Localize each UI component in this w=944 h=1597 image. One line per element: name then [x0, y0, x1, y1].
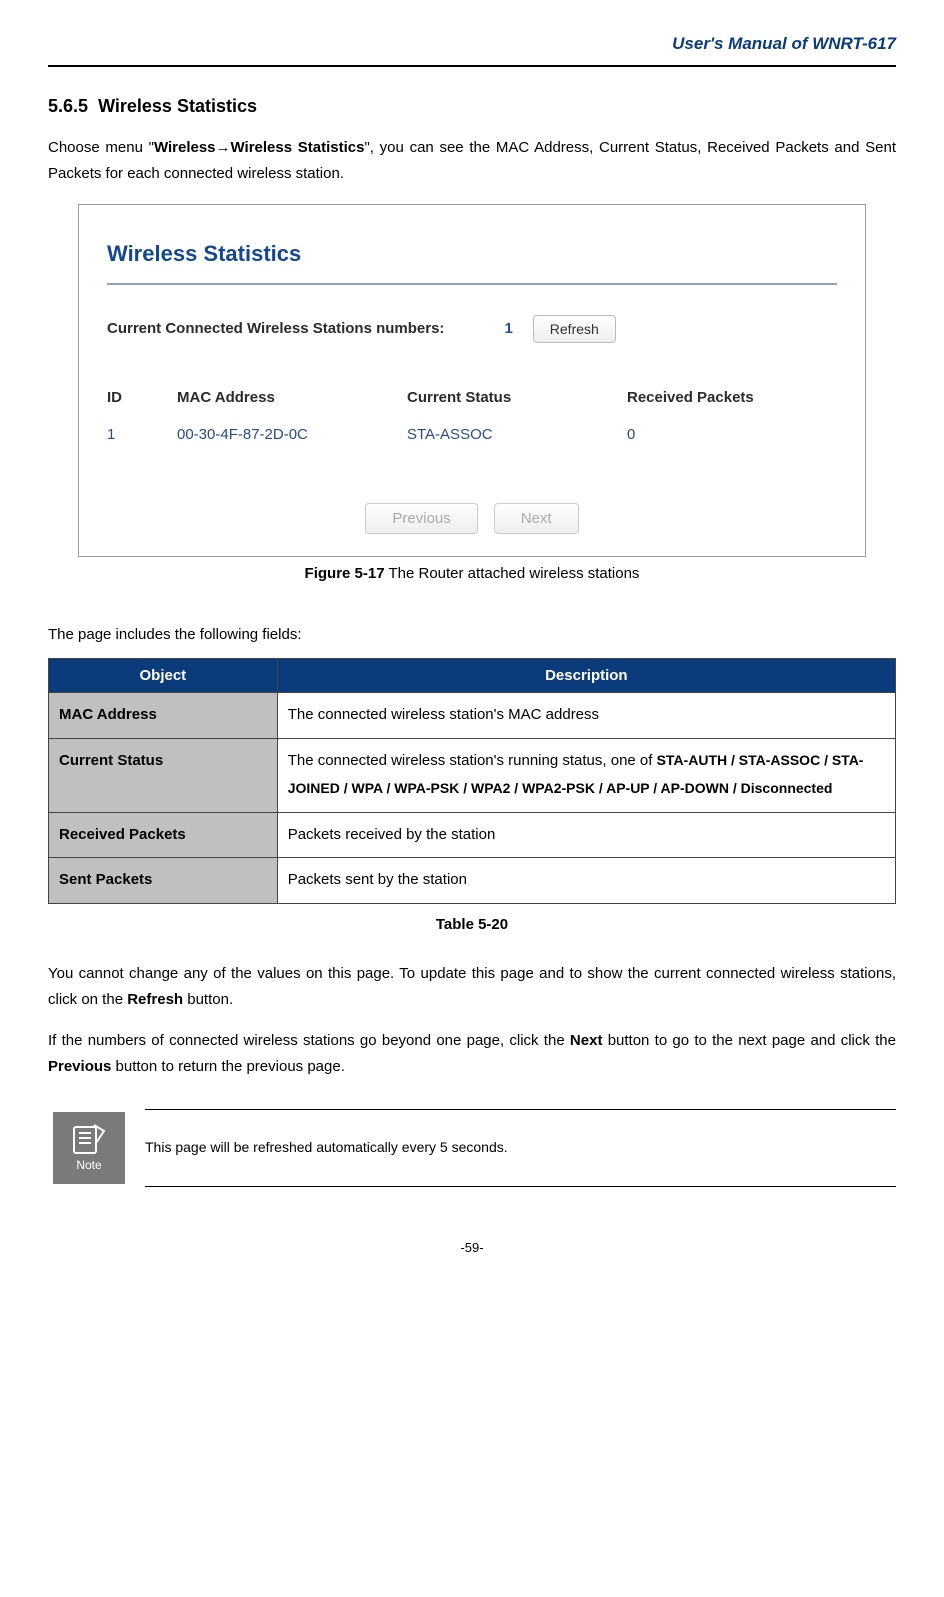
figure-caption-text: The Router attached wireless stations	[385, 565, 640, 582]
desc-sent: Packets sent by the station	[277, 858, 895, 904]
cell-received: 0	[627, 422, 837, 448]
p1b: Refresh	[127, 991, 183, 1008]
col-mac: MAC Address	[177, 385, 407, 411]
section-title: Wireless Statistics	[98, 96, 257, 116]
cell-status: STA-ASSOC	[407, 422, 627, 448]
note-label: Note	[76, 1155, 101, 1175]
desc-received: Packets received by the station	[277, 812, 895, 858]
desc-mac: The connected wireless station's MAC add…	[277, 693, 895, 739]
note-block: Note This page will be refreshed automat…	[53, 1109, 896, 1187]
stations-data-row: 1 00-30-4F-87-2D-0C STA-ASSOC 0	[107, 422, 837, 448]
p2e: button to return the previous page.	[111, 1058, 345, 1075]
fields-intro: The page includes the following fields:	[48, 622, 896, 648]
connected-label: Current Connected Wireless Stations numb…	[107, 316, 444, 342]
previous-button[interactable]: Previous	[365, 503, 477, 534]
obj-mac: MAC Address	[49, 693, 278, 739]
next-button[interactable]: Next	[494, 503, 579, 534]
desc-status-prefix: The connected wireless station's running…	[288, 752, 657, 769]
p2a: If the numbers of connected wireless sta…	[48, 1032, 570, 1049]
p2d: Previous	[48, 1058, 111, 1075]
p2c: button to go to the next page and click …	[602, 1032, 896, 1049]
connected-row: Current Connected Wireless Stations numb…	[107, 315, 837, 343]
figure-panel-title: Wireless Statistics	[107, 235, 837, 284]
intro-prefix: Choose menu "	[48, 139, 154, 156]
col-status: Current Status	[407, 385, 627, 411]
page-header: User's Manual of WNRT-617	[48, 30, 896, 67]
paragraph-pagination: If the numbers of connected wireless sta…	[48, 1028, 896, 1079]
obj-received: Received Packets	[49, 812, 278, 858]
table-row: Received Packets Packets received by the…	[49, 812, 896, 858]
figure-caption-number: Figure 5-17	[305, 565, 385, 582]
section-number: 5.6.5	[48, 96, 88, 116]
obj-sent: Sent Packets	[49, 858, 278, 904]
figure-nav: Previous Next	[107, 503, 837, 534]
stations-header-row: ID MAC Address Current Status Received P…	[107, 385, 837, 411]
col-received: Received Packets	[627, 385, 837, 411]
cell-mac: 00-30-4F-87-2D-0C	[177, 422, 407, 448]
figure-caption: Figure 5-17 The Router attached wireless…	[48, 561, 896, 587]
intro-menu-path: Wireless→Wireless Statistics	[154, 139, 365, 156]
refresh-button[interactable]: Refresh	[533, 315, 616, 343]
col-id: ID	[107, 385, 177, 411]
note-icon: Note	[53, 1112, 125, 1184]
definition-table: Object Description MAC Address The conne…	[48, 658, 896, 904]
table-row: Sent Packets Packets sent by the station	[49, 858, 896, 904]
figure-screenshot: Wireless Statistics Current Connected Wi…	[78, 204, 866, 556]
paragraph-refresh: You cannot change any of the values on t…	[48, 961, 896, 1012]
connected-count: 1	[504, 316, 512, 342]
intro-paragraph: Choose menu "Wireless→Wireless Statistic…	[48, 135, 896, 186]
note-text: This page will be refreshed automaticall…	[145, 1109, 896, 1187]
table-caption: Table 5-20	[48, 912, 896, 938]
desc-status: The connected wireless station's running…	[277, 738, 895, 812]
table-row: MAC Address The connected wireless stati…	[49, 693, 896, 739]
section-heading: 5.6.5 Wireless Statistics	[48, 91, 896, 122]
obj-status: Current Status	[49, 738, 278, 812]
p1c: button.	[183, 991, 233, 1008]
th-description: Description	[277, 658, 895, 693]
p2b: Next	[570, 1032, 603, 1049]
table-row: Current Status The connected wireless st…	[49, 738, 896, 812]
th-object: Object	[49, 658, 278, 693]
page-number: -59-	[48, 1237, 896, 1259]
cell-id: 1	[107, 422, 177, 448]
